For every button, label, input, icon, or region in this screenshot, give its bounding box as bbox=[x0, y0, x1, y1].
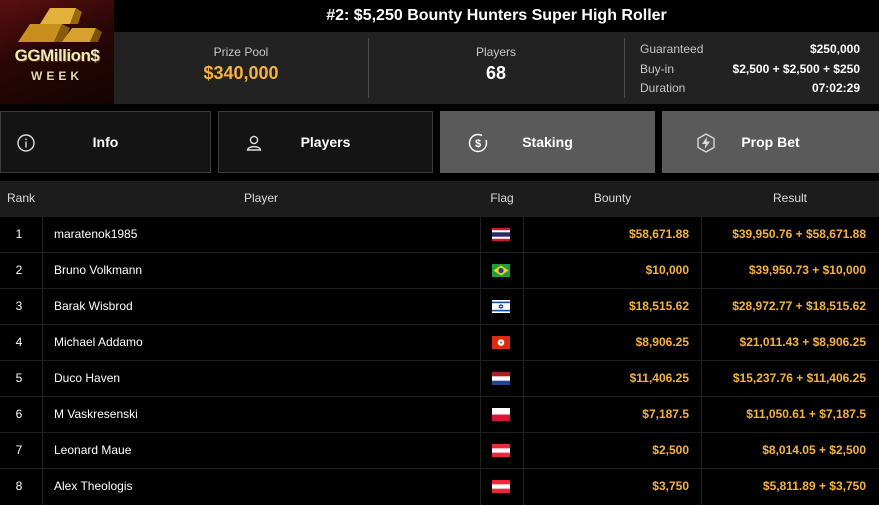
player-name-cell[interactable]: Bruno Volkmann bbox=[54, 253, 474, 288]
players-value: 68 bbox=[485, 63, 507, 83]
player-name-cell[interactable]: Leonard Maue bbox=[54, 433, 474, 468]
result-cell: $11,050.61 + $7,187.5 bbox=[746, 407, 866, 421]
buyin-label: Buy-in bbox=[640, 61, 675, 76]
bounty-cell: $2,500 bbox=[652, 443, 689, 457]
table-row[interactable]: 4 Michael Addamo $8,906.25 $21,011.43 + $8,… bbox=[0, 324, 879, 361]
tab-staking-label: Staking bbox=[522, 134, 573, 150]
divider bbox=[480, 433, 481, 469]
divider bbox=[480, 253, 481, 289]
player-name-cell[interactable]: Barak Wisbrod bbox=[54, 289, 474, 324]
rank-cell: 6 bbox=[15, 407, 23, 421]
austria-flag-icon bbox=[492, 444, 510, 457]
poland-flag-icon bbox=[492, 408, 510, 421]
tab-prop-bet-label: Prop Bet bbox=[741, 134, 800, 150]
rank-cell: 1 bbox=[15, 227, 23, 241]
event-logo: GGMillion$ WEEK bbox=[0, 0, 114, 104]
tab-info[interactable]: Info bbox=[0, 111, 211, 173]
divider bbox=[42, 253, 43, 289]
divider bbox=[480, 397, 481, 433]
gold-bars-icon bbox=[18, 8, 102, 42]
result-cell: $21,011.43 + $8,906.25 bbox=[739, 335, 866, 349]
bounty-cell: $8,906.25 bbox=[635, 335, 689, 349]
logo-brand-text: GGMillion$ bbox=[14, 46, 100, 65]
tab-info-label: Info bbox=[92, 134, 119, 150]
guaranteed-value: $250,000 bbox=[809, 42, 860, 56]
tab-prop-bet[interactable]: Prop Bet bbox=[662, 111, 879, 173]
buyin-value: $2,500 + $2,500 + $250 bbox=[732, 61, 860, 76]
bounty-cell: $58,671.88 bbox=[628, 227, 689, 241]
rank-cell: 5 bbox=[15, 371, 23, 385]
results-table-header: Rank Player Flag Bounty Result bbox=[0, 181, 879, 216]
table-row[interactable]: 6 M Vaskresenski $7,187.5 $11,050.61 + $7,1… bbox=[0, 396, 879, 433]
divider bbox=[480, 217, 481, 253]
divider bbox=[42, 325, 43, 361]
prize-pool-label: Prize Pool bbox=[213, 45, 269, 59]
bounty-cell: $10,000 bbox=[645, 263, 689, 277]
tab-staking[interactable]: $ Staking bbox=[440, 111, 655, 173]
divider bbox=[624, 38, 625, 98]
rank-cell: 8 bbox=[15, 479, 23, 493]
tournament-details: Guaranteed $250,000 Buy-in $2,500 + $2,500… bbox=[640, 40, 860, 99]
thailand-flag-icon bbox=[492, 228, 510, 241]
table-row[interactable]: 5 Duco Haven $11,406.25 $15,237.76 + $11,40… bbox=[0, 360, 879, 397]
divider bbox=[42, 289, 43, 325]
tab-players-label: Players bbox=[300, 134, 351, 150]
page-title: #2: $5,250 Bounty Hunters Super High Rol… bbox=[114, 0, 879, 32]
rank-cell: 2 bbox=[15, 263, 23, 277]
tournament-summary: Prize Pool $340,000 Players 68 Guarantee… bbox=[114, 32, 879, 104]
table-row[interactable]: 2 Bruno Volkmann $10,000 $39,950.73 + $10,0… bbox=[0, 252, 879, 289]
col-flag: Flag bbox=[490, 191, 514, 205]
austria-flag-icon bbox=[492, 480, 510, 493]
table-row[interactable]: 7 Leonard Maue $2,500 $8,014.05 + $2,500 bbox=[0, 432, 879, 469]
bounty-cell: $18,515.62 bbox=[628, 299, 689, 313]
col-bounty: Bounty bbox=[593, 191, 632, 205]
result-cell: $5,811.89 + $3,750 bbox=[762, 479, 866, 493]
duration-value: 07:02:29 bbox=[811, 81, 860, 95]
divider bbox=[42, 469, 43, 505]
divider bbox=[480, 289, 481, 325]
table-row[interactable]: 8 Alex Theologis $3,750 $5,811.89 + $3,750 bbox=[0, 468, 879, 505]
prize-pool-stat: Prize Pool $340,000 bbox=[114, 32, 368, 104]
israel-flag-icon bbox=[492, 300, 510, 313]
player-name-cell[interactable]: Michael Addamo bbox=[54, 325, 474, 360]
divider bbox=[42, 397, 43, 433]
table-row[interactable]: 1 maratenok1985 $58,671.88 $39,950.76 + $58… bbox=[0, 216, 879, 253]
tab-players[interactable]: Players bbox=[218, 111, 433, 173]
player-name-cell[interactable]: maratenok1985 bbox=[54, 217, 474, 252]
players-label: Players bbox=[475, 45, 516, 59]
col-player: Player bbox=[243, 191, 278, 205]
divider bbox=[42, 433, 43, 469]
divider bbox=[480, 325, 481, 361]
netherlands-flag-icon bbox=[492, 372, 510, 385]
brazil-flag-icon bbox=[492, 264, 510, 277]
players-stat: Players 68 bbox=[369, 32, 623, 104]
guaranteed-label: Guaranteed bbox=[640, 42, 704, 56]
hong-kong-flag-icon bbox=[492, 336, 510, 349]
player-name-cell[interactable]: M Vaskresenski bbox=[54, 397, 474, 432]
result-cell: $39,950.73 + $10,000 bbox=[748, 263, 866, 277]
result-cell: $8,014.05 + $2,500 bbox=[762, 443, 866, 457]
result-cell: $15,237.76 + $11,406.25 bbox=[732, 371, 866, 385]
player-name-cell[interactable]: Alex Theologis bbox=[54, 469, 474, 504]
col-result: Result bbox=[772, 191, 807, 205]
rank-cell: 4 bbox=[15, 335, 23, 349]
rank-cell: 3 bbox=[15, 299, 23, 313]
divider bbox=[480, 361, 481, 397]
bounty-cell: $11,406.25 bbox=[629, 371, 689, 385]
divider bbox=[42, 217, 43, 253]
prize-pool-value: $340,000 bbox=[203, 63, 279, 83]
rank-cell: 7 bbox=[15, 443, 23, 457]
logo-week-text: WEEK bbox=[31, 69, 83, 83]
bounty-cell: $7,187.5 bbox=[642, 407, 689, 421]
result-cell: $28,972.77 + $18,515.62 bbox=[732, 299, 866, 313]
col-rank: Rank bbox=[6, 191, 35, 205]
divider bbox=[480, 469, 481, 505]
player-name-cell[interactable]: Duco Haven bbox=[54, 361, 474, 396]
divider bbox=[42, 361, 43, 397]
bounty-cell: $3,750 bbox=[652, 479, 689, 493]
result-cell: $39,950.76 + $58,671.88 bbox=[732, 227, 866, 241]
table-row[interactable]: 3 Barak Wisbrod $18,515.62 $28,972.77 + $18… bbox=[0, 288, 879, 325]
duration-label: Duration bbox=[640, 81, 686, 95]
